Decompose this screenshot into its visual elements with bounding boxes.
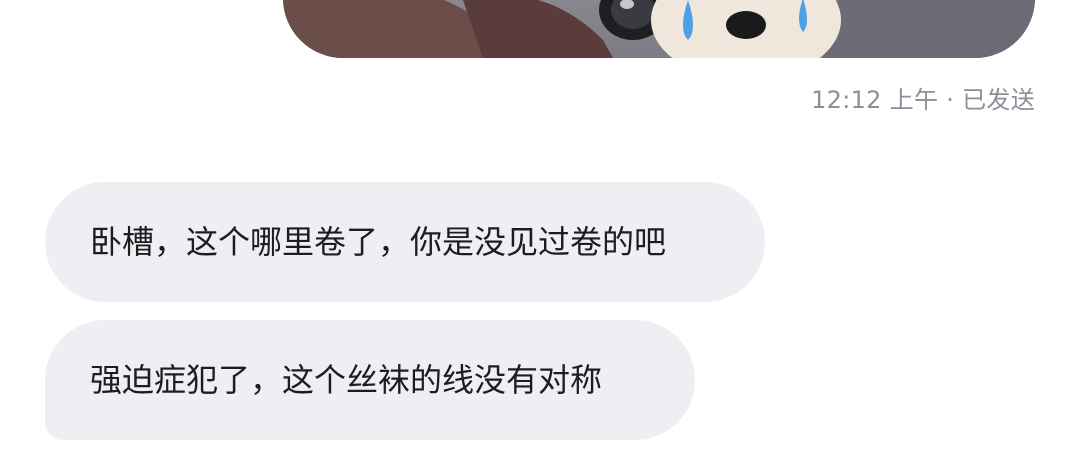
message-text: 强迫症犯了，这个丝袜的线没有对称 bbox=[90, 361, 603, 399]
puppy-sticker-image bbox=[283, 0, 1035, 58]
chat-screen: 12:12 上午 · 已发送 卧槽，这个哪里卷了，你是没见过卷的吧 强迫症犯了，… bbox=[0, 0, 1080, 450]
received-message-bubble[interactable]: 强迫症犯了，这个丝袜的线没有对称 bbox=[45, 320, 695, 440]
message-time: 12:12 上午 bbox=[811, 86, 939, 114]
sent-image-message[interactable] bbox=[283, 0, 1035, 58]
meta-separator: · bbox=[946, 86, 955, 114]
message-text: 卧槽，这个哪里卷了，你是没见过卷的吧 bbox=[90, 223, 667, 261]
received-message-bubble[interactable]: 卧槽，这个哪里卷了，你是没见过卷的吧 bbox=[45, 182, 765, 302]
message-meta: 12:12 上午 · 已发送 bbox=[811, 80, 1035, 115]
message-status: 已发送 bbox=[962, 86, 1035, 114]
